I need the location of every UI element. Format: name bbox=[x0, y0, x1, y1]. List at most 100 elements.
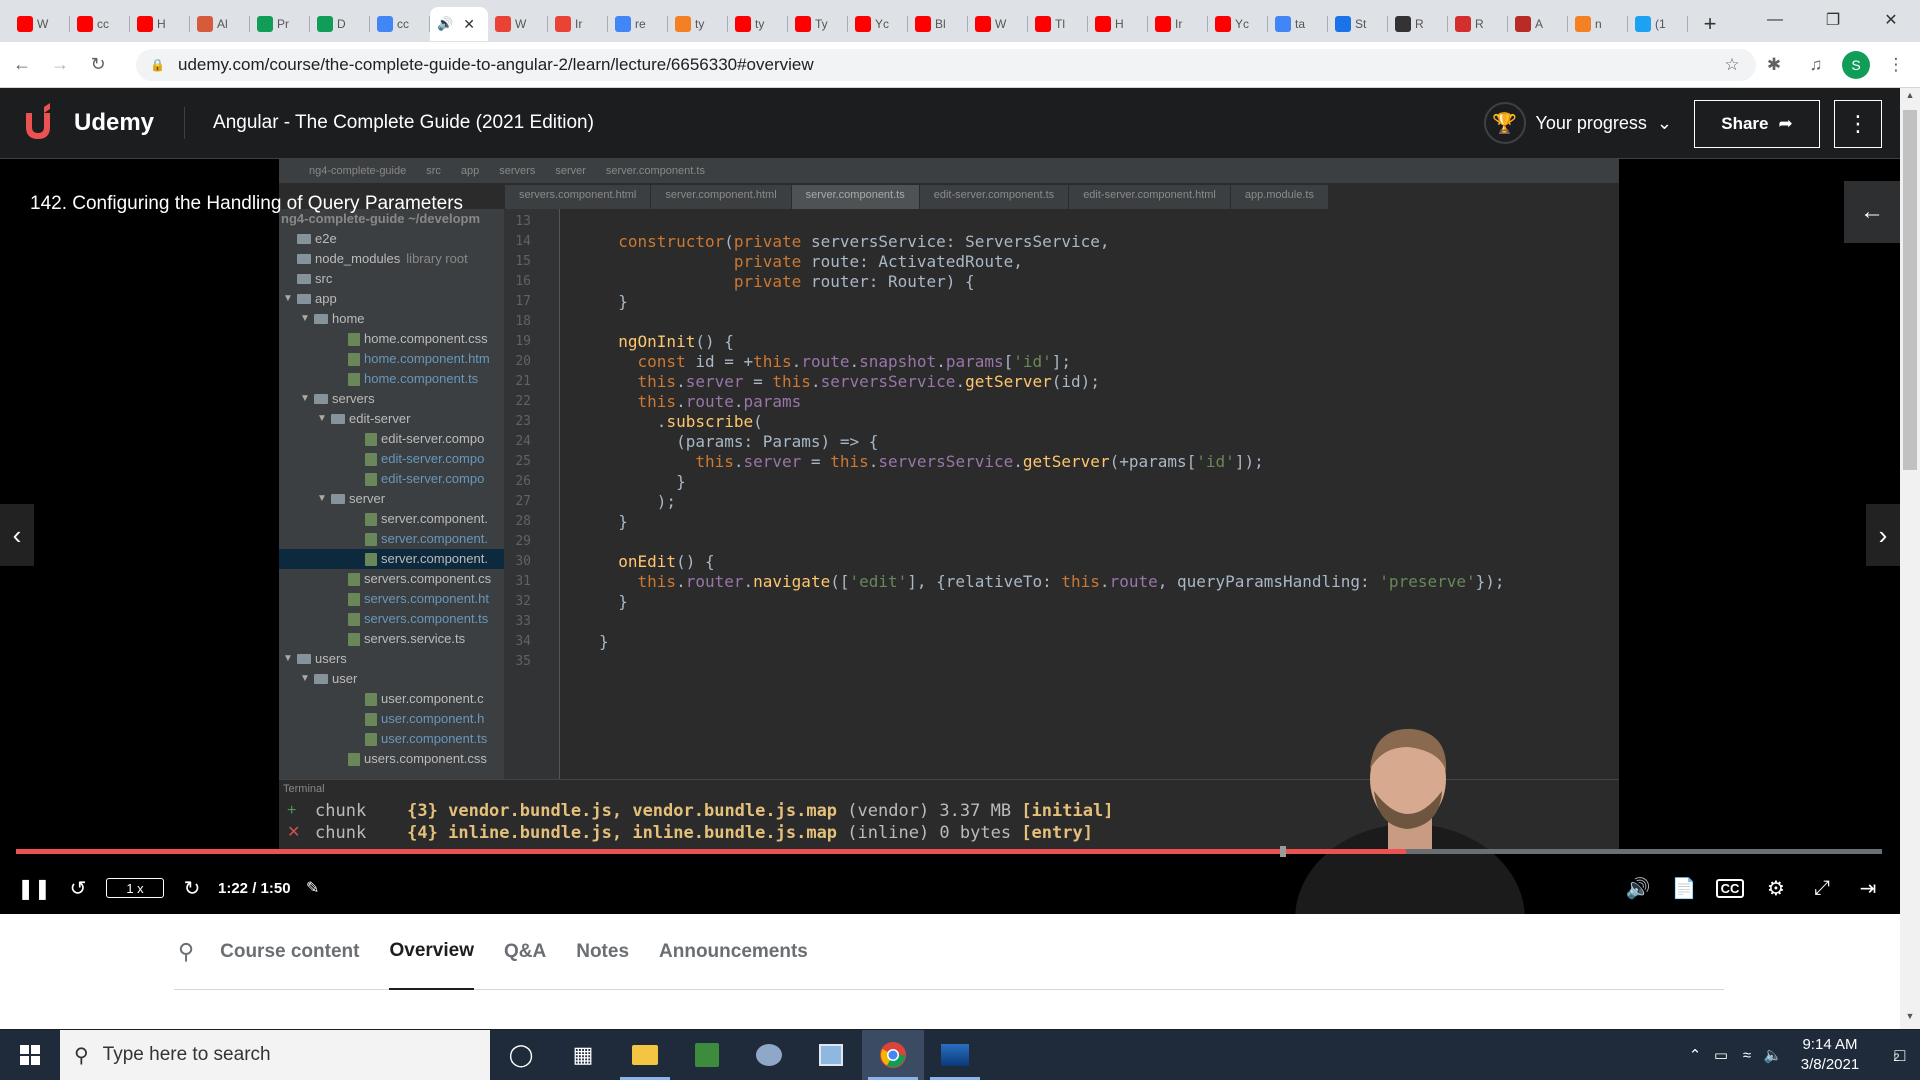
browser-tab[interactable]: Al bbox=[190, 7, 250, 41]
new-tab-icon[interactable]: + bbox=[1694, 8, 1726, 40]
close-tab-icon[interactable]: ✕ bbox=[463, 16, 475, 33]
theater-mode-icon[interactable]: ⇥ bbox=[1846, 868, 1890, 908]
tab-q-a[interactable]: Q&A bbox=[504, 914, 546, 990]
scroll-thumb[interactable] bbox=[1903, 110, 1917, 470]
line-number: 15 bbox=[515, 254, 531, 269]
browser-tab[interactable]: D bbox=[310, 7, 370, 41]
previous-lecture-icon[interactable]: ‹ bbox=[0, 504, 34, 566]
cortana-icon[interactable]: ◯ bbox=[490, 1030, 552, 1080]
spreadsheet-app-icon[interactable] bbox=[676, 1030, 738, 1080]
browser-tab[interactable]: Yc bbox=[848, 7, 908, 41]
browser-tab[interactable]: R bbox=[1448, 7, 1508, 41]
task-view-icon[interactable]: ▦ bbox=[552, 1030, 614, 1080]
browser-tab[interactable]: Pr bbox=[250, 7, 310, 41]
tab-label: Ty bbox=[815, 17, 828, 31]
rewind-icon[interactable]: ↺ bbox=[56, 868, 100, 908]
fullscreen-icon[interactable]: ⤢ bbox=[1800, 868, 1844, 908]
active-browser-tab[interactable]: 🔊 ✕ bbox=[430, 7, 488, 41]
browser-tab[interactable]: W bbox=[488, 7, 548, 41]
browser-tab[interactable]: re bbox=[608, 7, 668, 41]
extensions-icon[interactable]: ✱ bbox=[1758, 49, 1790, 81]
share-button[interactable]: Share ➦ bbox=[1694, 100, 1820, 148]
scroll-up-icon[interactable]: ▲ bbox=[1900, 90, 1920, 106]
page-scrollbar[interactable]: ▲ ▼ bbox=[1900, 88, 1920, 1029]
line-number: 31 bbox=[515, 574, 531, 589]
video-player[interactable]: 142. Configuring the Handling of Query P… bbox=[0, 159, 1900, 914]
settings-gear-icon[interactable]: ⚙ bbox=[1754, 868, 1798, 908]
youtube-icon bbox=[1155, 16, 1171, 32]
pause-icon[interactable]: ❚❚ bbox=[12, 868, 56, 908]
tab-course-content[interactable]: Course content bbox=[220, 914, 359, 990]
forward-skip-icon[interactable]: ↻ bbox=[170, 868, 214, 908]
browser-tab[interactable]: St bbox=[1328, 7, 1388, 41]
battery-icon[interactable]: ▭ bbox=[1708, 1046, 1734, 1064]
image-viewer-icon[interactable] bbox=[924, 1030, 986, 1080]
browser-tab[interactable]: Ty bbox=[788, 7, 848, 41]
browser-tab[interactable]: R bbox=[1388, 7, 1448, 41]
media-control-icon[interactable]: ♫ bbox=[1800, 49, 1832, 81]
next-lecture-icon[interactable]: › bbox=[1866, 504, 1900, 566]
address-bar[interactable]: 🔒 udemy.com/course/the-complete-guide-to… bbox=[136, 49, 1756, 81]
file-icon bbox=[348, 632, 360, 646]
terminal-rest: (vendor) 3.37 MB bbox=[847, 801, 1012, 821]
browser-tab[interactable]: ty bbox=[728, 7, 788, 41]
minimize-icon[interactable]: — bbox=[1746, 0, 1804, 40]
browser-tab[interactable]: n bbox=[1568, 7, 1628, 41]
browser-tab[interactable]: (1 bbox=[1628, 7, 1688, 41]
browser-tab[interactable]: H bbox=[130, 7, 190, 41]
more-options-button[interactable]: ⋮ bbox=[1834, 100, 1882, 148]
progress-dropdown[interactable]: 🏆 Your progress ⌄ bbox=[1483, 102, 1672, 144]
photos-app-icon[interactable] bbox=[800, 1030, 862, 1080]
windows-start-icon[interactable] bbox=[0, 1030, 60, 1080]
browser-tab[interactable]: ty bbox=[668, 7, 728, 41]
volume-icon[interactable]: 🔊 bbox=[1616, 868, 1660, 908]
expand-sidebar-icon[interactable]: ← bbox=[1844, 181, 1900, 243]
browser-tab[interactable]: Bl bbox=[908, 7, 968, 41]
browser-tab[interactable]: H bbox=[1088, 7, 1148, 41]
browser-tab[interactable]: ta bbox=[1268, 7, 1328, 41]
wifi-icon[interactable]: ≈ bbox=[1734, 1047, 1760, 1064]
browser-tab[interactable]: Tl bbox=[1028, 7, 1088, 41]
browser-tab[interactable]: Ir bbox=[1148, 7, 1208, 41]
profile-avatar[interactable]: S bbox=[1842, 51, 1870, 79]
tree-label: users.component.css bbox=[364, 751, 487, 766]
taskbar-search[interactable]: ⚲ Type here to search bbox=[60, 1030, 490, 1080]
browser-menu-icon[interactable]: ⋮ bbox=[1880, 49, 1912, 81]
browser-tab[interactable]: Ir bbox=[548, 7, 608, 41]
maximize-icon[interactable]: ❐ bbox=[1804, 0, 1862, 40]
file-explorer-icon[interactable] bbox=[614, 1030, 676, 1080]
bookmark-star-icon[interactable]: ☆ bbox=[1716, 49, 1748, 81]
tab-overview[interactable]: Overview bbox=[389, 914, 474, 990]
reload-icon[interactable]: ↻ bbox=[82, 49, 114, 81]
scroll-down-icon[interactable]: ▼ bbox=[1900, 1011, 1920, 1027]
terminal-line: chunk {3} vendor.bundle.js, vendor.bundl… bbox=[315, 800, 1113, 822]
course-title[interactable]: Angular - The Complete Guide (2021 Editi… bbox=[213, 112, 594, 134]
chevron-up-icon[interactable]: ⌃ bbox=[1682, 1046, 1708, 1064]
tab-announcements[interactable]: Announcements bbox=[659, 914, 808, 990]
clock[interactable]: 9:14 AM 3/8/2021 bbox=[1786, 1035, 1874, 1075]
chrome-icon[interactable] bbox=[862, 1030, 924, 1080]
back-icon[interactable]: ← bbox=[6, 49, 38, 81]
tree-folder: ▼ server bbox=[279, 489, 504, 509]
video-progress-bar[interactable] bbox=[16, 846, 1882, 857]
browser-tab[interactable]: cc bbox=[370, 7, 430, 41]
progress-handle[interactable] bbox=[1280, 846, 1286, 857]
add-note-icon[interactable]: ✎ bbox=[291, 868, 335, 908]
close-window-icon[interactable]: ✕ bbox=[1862, 0, 1920, 40]
browser-tab[interactable]: W bbox=[10, 7, 70, 41]
captions-icon[interactable]: CC bbox=[1708, 868, 1752, 908]
speaker-icon[interactable]: 🔈 bbox=[1760, 1046, 1786, 1064]
udemy-logo[interactable]: Udemy bbox=[20, 103, 154, 143]
forward-icon[interactable]: → bbox=[44, 49, 76, 81]
browser-tab[interactable]: Yc bbox=[1208, 7, 1268, 41]
search-icon[interactable]: ⚲ bbox=[178, 939, 194, 965]
tab-notes[interactable]: Notes bbox=[576, 914, 629, 990]
notifications-icon[interactable]: □ 2 bbox=[1874, 1030, 1920, 1080]
playback-speed[interactable]: 1 x bbox=[106, 878, 164, 898]
tree-label: server.component. bbox=[381, 531, 488, 546]
browser-tab[interactable]: A bbox=[1508, 7, 1568, 41]
paint-app-icon[interactable] bbox=[738, 1030, 800, 1080]
transcript-icon[interactable]: 📄 bbox=[1662, 868, 1706, 908]
browser-tab[interactable]: cc bbox=[70, 7, 130, 41]
browser-tab[interactable]: W bbox=[968, 7, 1028, 41]
